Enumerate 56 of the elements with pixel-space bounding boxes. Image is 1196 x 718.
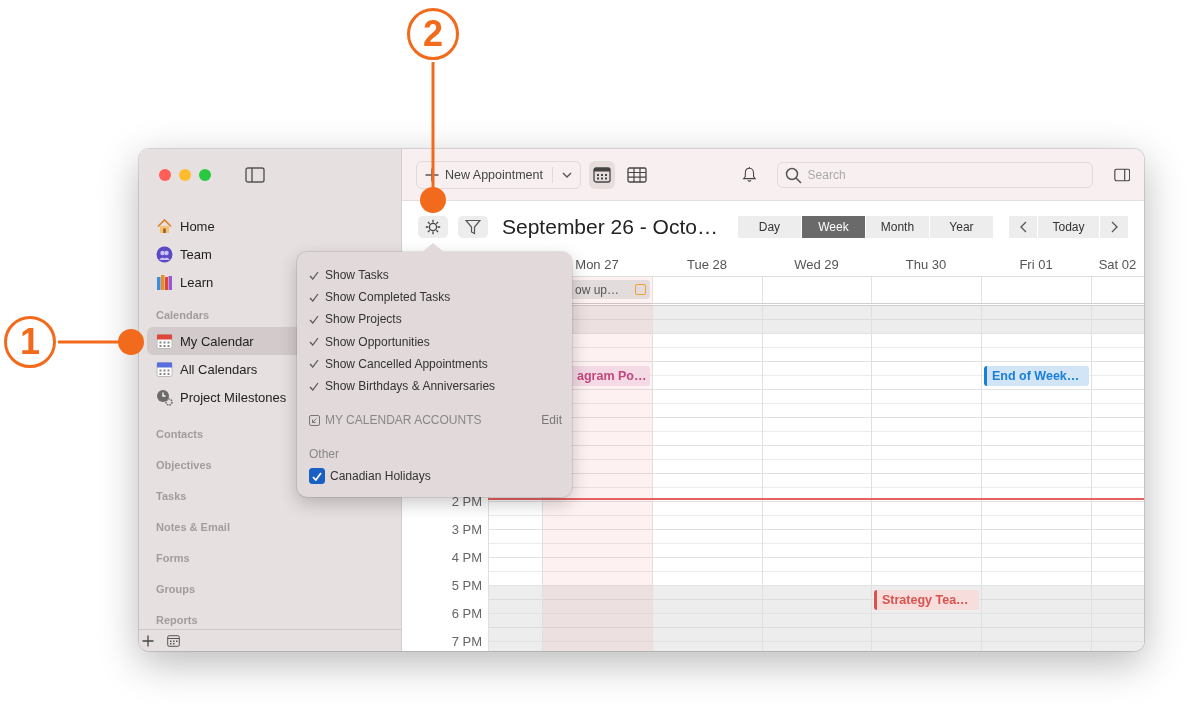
books-icon bbox=[156, 273, 173, 291]
grid-icon bbox=[626, 166, 647, 183]
view-mode-tab[interactable]: Day bbox=[737, 215, 801, 238]
bell-icon[interactable] bbox=[741, 165, 757, 184]
section-heading: Other bbox=[309, 447, 339, 462]
filter-icon bbox=[465, 218, 481, 235]
callout-dot bbox=[118, 329, 144, 355]
calendar-icon[interactable] bbox=[167, 634, 180, 647]
section-heading: Calendars bbox=[156, 309, 210, 321]
time-label: 2 PM bbox=[451, 494, 482, 509]
task-checkbox[interactable] bbox=[635, 284, 646, 295]
calendar-icon bbox=[156, 332, 173, 350]
calendar-icon bbox=[156, 360, 173, 378]
calendar-name: Canadian Holidays bbox=[330, 469, 431, 484]
time-label: 4 PM bbox=[451, 550, 482, 565]
plus-icon bbox=[425, 167, 439, 182]
search-field[interactable]: Search bbox=[776, 161, 1093, 188]
search-icon bbox=[784, 166, 802, 184]
chevron-right-icon bbox=[1110, 220, 1118, 233]
view-button[interactable] bbox=[589, 160, 616, 189]
day-header: Wed 29 bbox=[794, 257, 839, 272]
day-header: Mon 27 bbox=[575, 257, 619, 272]
add-icon[interactable] bbox=[142, 634, 154, 647]
filter-button[interactable] bbox=[458, 215, 488, 238]
date-range-title: September 26 - Octo… bbox=[502, 214, 718, 239]
sidebar-item[interactable]: Home bbox=[147, 212, 393, 240]
day-header: Thu 30 bbox=[905, 257, 947, 272]
section-heading: MY CALENDAR ACCOUNTS bbox=[325, 413, 482, 428]
callout-number: 2 bbox=[407, 8, 459, 60]
clock-gear-icon bbox=[156, 388, 173, 406]
callout-number: 1 bbox=[4, 316, 56, 368]
checkbox[interactable] bbox=[309, 468, 325, 485]
collapse-icon[interactable] bbox=[309, 414, 320, 426]
settings-button[interactable] bbox=[418, 215, 448, 238]
view-mode-tab[interactable]: Month bbox=[865, 215, 929, 238]
day-header: Fri 01 bbox=[1019, 257, 1053, 272]
team-icon bbox=[156, 245, 173, 263]
house-icon bbox=[156, 217, 173, 235]
time-label: 6 PM bbox=[451, 606, 482, 621]
caret-icon[interactable] bbox=[562, 171, 572, 178]
inspector-toggle-icon[interactable] bbox=[1113, 166, 1130, 183]
chevron-left-icon bbox=[1019, 220, 1027, 233]
settings-icon bbox=[425, 218, 441, 235]
time-label: 5 PM bbox=[451, 578, 482, 593]
time-label: 7 PM bbox=[451, 634, 482, 649]
sidebar-toggle-icon[interactable] bbox=[245, 167, 265, 183]
day-header: Sat 02 bbox=[1098, 257, 1137, 272]
view-mode-tab[interactable]: Year bbox=[929, 215, 993, 238]
view-mode-tab[interactable]: Week bbox=[801, 215, 865, 238]
day-header: Tue 28 bbox=[687, 257, 727, 272]
callout-dot bbox=[420, 187, 446, 213]
calendar-icon bbox=[593, 166, 612, 183]
new-appointment-button[interactable]: New Appointment bbox=[416, 160, 581, 189]
today-button[interactable]: Today bbox=[1038, 215, 1099, 238]
time-label: 3 PM bbox=[451, 522, 482, 537]
leader-line bbox=[58, 340, 120, 344]
